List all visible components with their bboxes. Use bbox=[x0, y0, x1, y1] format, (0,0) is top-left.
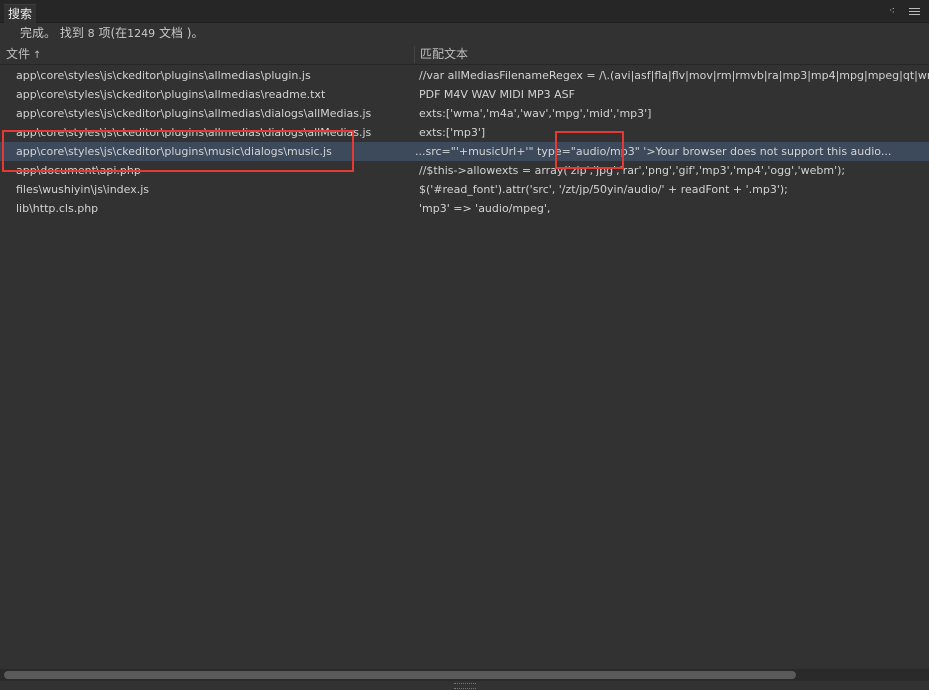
result-file: app\core\styles\js\ckeditor\plugins\musi… bbox=[16, 145, 332, 158]
panel-header-icons: ⁖ bbox=[885, 4, 923, 20]
scrollbar-thumb[interactable] bbox=[4, 671, 796, 679]
result-row[interactable]: lib\http.cls.php 'mp3' => 'audio/mpeg', bbox=[0, 199, 929, 218]
result-row[interactable]: app\core\styles\js\ckeditor\plugins\allm… bbox=[0, 66, 929, 85]
resize-grip-icon[interactable] bbox=[454, 683, 476, 689]
column-header-match[interactable]: 匹配文本 bbox=[420, 46, 468, 62]
result-row[interactable]: app\document\api.php //$this->allowexts … bbox=[0, 161, 929, 180]
result-file: app\core\styles\js\ckeditor\plugins\allm… bbox=[16, 88, 326, 101]
results-list: app\core\styles\js\ckeditor\plugins\allm… bbox=[0, 66, 929, 218]
status-count: 8 bbox=[87, 27, 95, 40]
status-suffix: 文档 )。 bbox=[155, 26, 204, 40]
result-row[interactable]: app\core\styles\js\ckeditor\plugins\allm… bbox=[0, 85, 929, 104]
arrange-icon[interactable]: ⁖ bbox=[885, 4, 899, 18]
result-row[interactable]: files\wushiyin\js\index.js $('#read_font… bbox=[0, 180, 929, 199]
result-file: lib\http.cls.php bbox=[16, 202, 99, 215]
column-header: 文件 ↑ 匹配文本 bbox=[0, 44, 929, 65]
result-match: PDF M4V WAV MIDI MP3 ASF bbox=[419, 88, 575, 101]
result-match: exts:['wma','m4a','wav','mpg','mid','mp3… bbox=[419, 107, 652, 120]
result-match: //var allMediasFilenameRegex = /\.(avi|a… bbox=[419, 69, 929, 82]
status-total: 1249 bbox=[127, 27, 156, 40]
result-row[interactable]: app\core\styles\js\ckeditor\plugins\allm… bbox=[0, 104, 929, 123]
result-match: //$this->allowexts = array('zip','jpg','… bbox=[419, 164, 846, 177]
panel-menu-icon[interactable] bbox=[909, 4, 923, 18]
result-row-selected[interactable]: app\core\styles\js\ckeditor\plugins\musi… bbox=[0, 142, 929, 161]
status-mid: 项(在 bbox=[94, 26, 128, 40]
result-match: exts:['mp3'] bbox=[419, 126, 486, 139]
column-divider[interactable] bbox=[414, 46, 415, 63]
result-match: ...src="'+musicUrl+'" type="audio/mp3" '… bbox=[415, 145, 892, 158]
result-file: app\document\api.php bbox=[16, 164, 141, 177]
column-file-label: 文件 bbox=[6, 47, 31, 61]
sort-arrow-icon: ↑ bbox=[33, 50, 42, 61]
column-header-file[interactable]: 文件 ↑ bbox=[6, 46, 41, 64]
result-match: $('#read_font').attr('src', '/zt/jp/50yi… bbox=[419, 183, 788, 196]
result-file: files\wushiyin\js\index.js bbox=[16, 183, 150, 196]
horizontal-scrollbar[interactable] bbox=[0, 669, 929, 681]
result-match: 'mp3' => 'audio/mpeg', bbox=[419, 202, 551, 215]
result-file: app\core\styles\js\ckeditor\plugins\allm… bbox=[16, 107, 372, 120]
result-file: app\core\styles\js\ckeditor\plugins\allm… bbox=[16, 126, 372, 139]
status-prefix: 完成。 找到 bbox=[20, 26, 88, 40]
result-row[interactable]: app\core\styles\js\ckeditor\plugins\allm… bbox=[0, 123, 929, 142]
panel-header: 搜索 ⁖ bbox=[0, 0, 929, 23]
search-status: 完成。 找到 8 项(在1249 文档 )。 bbox=[20, 24, 203, 42]
result-file: app\core\styles\js\ckeditor\plugins\allm… bbox=[16, 69, 311, 82]
tab-search[interactable]: 搜索 bbox=[4, 4, 37, 23]
